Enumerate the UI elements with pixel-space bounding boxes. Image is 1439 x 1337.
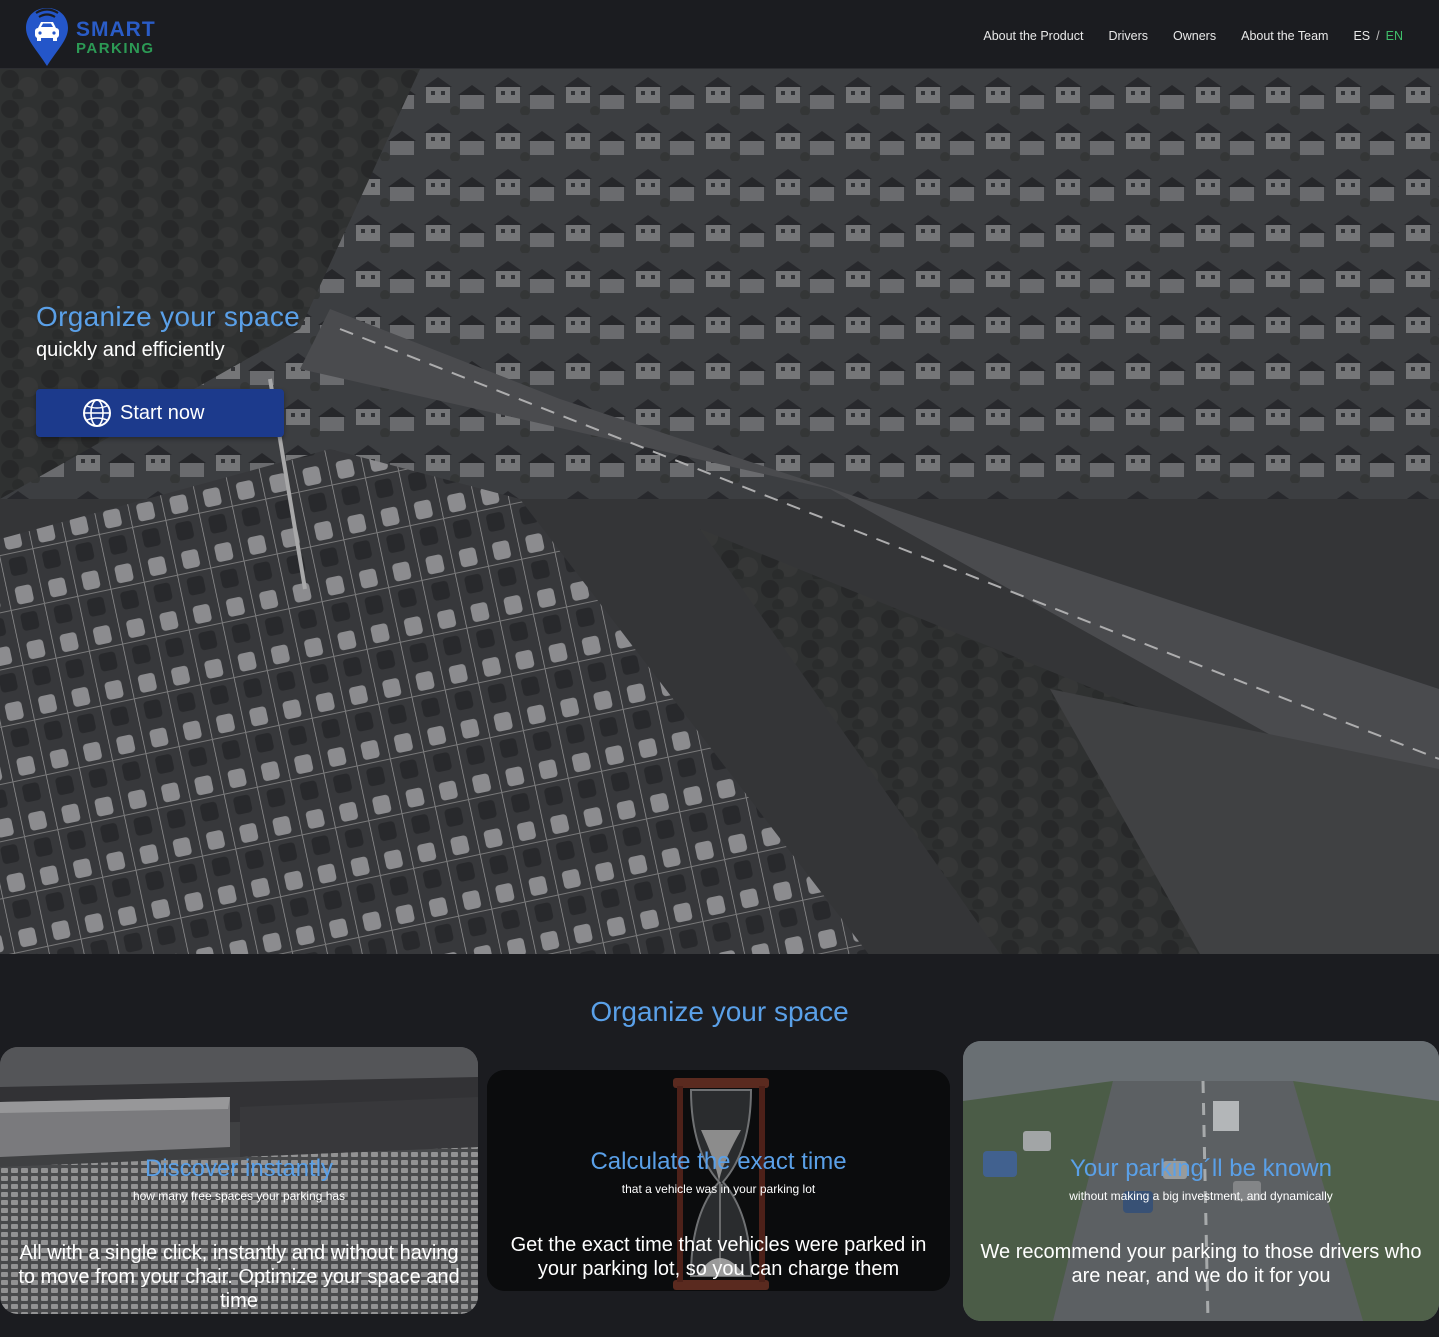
feature-card-known: Your parking´ll be known without making … — [963, 1041, 1439, 1321]
feature-card-calculate: Calculate the exact time that a vehicle … — [487, 1070, 950, 1291]
map-pin-car-icon — [26, 8, 68, 66]
brand-logo[interactable]: SMART PARKING — [24, 6, 164, 66]
brand-line2: PARKING — [76, 40, 155, 57]
feature-card-discover: Discover instantly how many free spaces … — [0, 1047, 478, 1314]
card-subtitle: without making a big investment, and dyn… — [1069, 1189, 1333, 1203]
card-subtitle: how many free spaces your parking has — [132, 1189, 346, 1203]
hero-title: Organize your space — [36, 301, 301, 332]
section-title: Organize your space — [590, 996, 849, 1027]
nav-link-drivers[interactable]: Drivers — [1108, 29, 1148, 43]
card-title: Calculate the exact time — [590, 1148, 847, 1175]
site-header: SMART PARKING About the Product Drivers … — [0, 0, 1439, 69]
card-title: Discover instantly — [144, 1155, 334, 1182]
main-nav: About the Product Drivers Owners About t… — [958, 29, 1403, 43]
start-now-label: Start now — [120, 401, 205, 424]
start-now-button[interactable]: Start now — [36, 389, 284, 437]
card-title: Your parking´ll be known — [1070, 1155, 1332, 1182]
nav-link-owners[interactable]: Owners — [1173, 29, 1216, 43]
hero-subtitle: quickly and efficiently — [36, 339, 225, 361]
hero-overlay — [0, 69, 1439, 954]
lang-en-link[interactable]: EN — [1386, 29, 1403, 43]
card-body: All with a single click, instantly and w… — [18, 1242, 460, 1312]
globe-icon — [83, 399, 111, 427]
lang-separator: / — [1376, 29, 1380, 43]
brand-line1: SMART — [76, 18, 156, 41]
card-body: Get the exact time that vehicles were pa… — [510, 1234, 927, 1280]
lang-es-link[interactable]: ES — [1353, 29, 1370, 43]
hero-section: Organize your space quickly and efficien… — [0, 69, 1439, 954]
card-subtitle: that a vehicle was in your parking lot — [621, 1182, 816, 1196]
card-body: We recommend your parking to those drive… — [980, 1241, 1422, 1287]
brand-wordmark: SMART PARKING — [76, 19, 156, 56]
language-switcher: ES / EN — [1353, 29, 1403, 43]
nav-link-about-team[interactable]: About the Team — [1241, 29, 1328, 43]
nav-link-about-product[interactable]: About the Product — [983, 29, 1083, 43]
